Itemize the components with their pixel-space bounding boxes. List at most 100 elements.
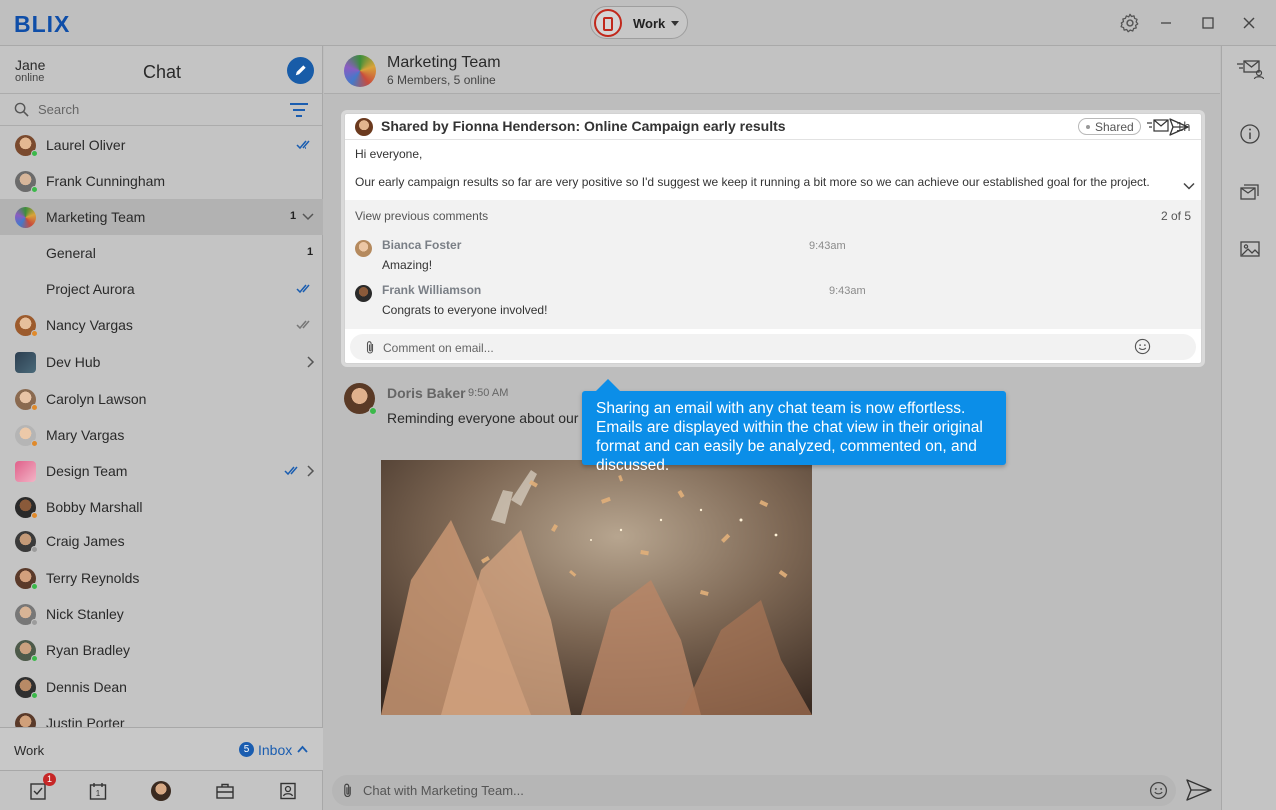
composer-placeholder: Chat with Marketing Team... (363, 783, 524, 798)
team-members: 6 Members, 5 online (387, 73, 496, 87)
email-greeting: Hi everyone, (355, 147, 423, 161)
contact-justin-porter[interactable]: Justin Porter (0, 705, 323, 727)
feature-tooltip[interactable]: Sharing an email with any chat team is n… (582, 379, 1006, 474)
chat-nav-avatar[interactable] (151, 781, 171, 801)
search-input[interactable]: Search (38, 102, 79, 117)
chevron-up-icon[interactable] (297, 745, 308, 754)
chevron-down-icon[interactable] (302, 212, 314, 222)
app-logo: BLIX (14, 11, 71, 37)
contact-dennis-dean[interactable]: Dennis Dean (0, 669, 323, 705)
avatar (15, 531, 38, 553)
user-name[interactable]: Jane (15, 57, 45, 73)
account-label: Work (633, 16, 666, 31)
tasks-icon[interactable]: 1 (28, 773, 56, 801)
shared-items-icon[interactable] (1239, 181, 1261, 203)
message-time: 9:50 AM (468, 387, 509, 399)
comment-time: 9:43am (829, 285, 866, 297)
comment-input[interactable]: Comment on email... (350, 334, 1196, 360)
info-icon[interactable] (1239, 123, 1261, 145)
contact-nancy-vargas[interactable]: Nancy Vargas (0, 307, 323, 343)
avatar (15, 425, 38, 447)
team-avatar[interactable] (344, 55, 376, 87)
message-avatar[interactable] (344, 383, 377, 415)
unread-badge: 1 (290, 210, 297, 222)
contact-bobby-marshall[interactable]: Bobby Marshall (0, 489, 323, 525)
double-check-icon (296, 140, 310, 150)
channel-general[interactable]: General 1 (0, 235, 323, 271)
contact-mary-vargas[interactable]: Mary Vargas (0, 417, 323, 453)
account-switcher[interactable]: Work (590, 6, 688, 39)
sidebar-header: Jane online Chat (0, 46, 322, 94)
contacts-icon[interactable] (278, 781, 298, 801)
shared-status-pill: Shared (1078, 118, 1141, 135)
gallery-icon[interactable] (1239, 238, 1261, 260)
team-name[interactable]: Marketing Team (387, 54, 501, 72)
message-author[interactable]: Doris Baker (387, 385, 466, 401)
calendar-icon[interactable]: 1 (88, 781, 108, 801)
comment-author: Frank Williamson (382, 283, 482, 297)
account-name: Work (14, 743, 45, 758)
celebration-photo[interactable] (381, 460, 812, 715)
contact-laurel-oliver[interactable]: Laurel Oliver (0, 127, 323, 163)
sender-avatar (355, 118, 373, 136)
avatar (15, 604, 38, 626)
view-previous-comments-link[interactable]: View previous comments (355, 209, 488, 223)
office-icon (594, 9, 622, 37)
avatar (15, 207, 36, 228)
inbox-count-badge: 5 (239, 742, 254, 757)
contact-terry-reynolds[interactable]: Terry Reynolds (0, 560, 323, 596)
avatar (15, 461, 36, 482)
chevron-down-icon[interactable] (1183, 182, 1195, 190)
emoji-icon[interactable] (1149, 781, 1168, 800)
chat-header: Marketing Team 6 Members, 5 online (324, 46, 1220, 94)
inbox-footer[interactable]: Work 5 Inbox (0, 727, 323, 771)
search-bar[interactable]: Search (0, 94, 322, 126)
contact-dev-hub[interactable]: Dev Hub (0, 344, 323, 380)
briefcase-icon[interactable] (215, 781, 235, 801)
channel-project-aurora[interactable]: Project Aurora (0, 271, 323, 307)
right-rail (1221, 46, 1276, 810)
shared-email-card[interactable]: Shared by Fionna Henderson: Online Campa… (344, 113, 1202, 364)
contact-design-team[interactable]: Design Team (0, 453, 323, 489)
commenter-avatar (355, 240, 372, 257)
contact-carolyn-lawson[interactable]: Carolyn Lawson (0, 381, 323, 417)
send-comment-icon[interactable] (1169, 118, 1189, 136)
commenter-avatar (355, 285, 372, 302)
caret-down-icon (671, 21, 679, 26)
settings-icon[interactable] (1119, 12, 1141, 34)
message-text: Reminding everyone about our te (387, 410, 595, 426)
chat-sidebar: Jane online Chat Search Laurel Oliver Fr… (0, 46, 323, 810)
send-icon[interactable] (1186, 779, 1212, 801)
contact-ryan-bradley[interactable]: Ryan Bradley (0, 632, 323, 668)
maximize-icon[interactable] (1197, 12, 1219, 34)
email-body: Our early campaign results so far are ve… (355, 175, 1150, 189)
message-composer[interactable]: Chat with Marketing Team... (332, 775, 1176, 806)
comments-section: View previous comments 2 of 5 Bianca Fos… (345, 200, 1201, 329)
shared-email-icon[interactable] (1236, 58, 1265, 80)
comment-author: Bianca Foster (382, 238, 462, 252)
avatar (15, 568, 38, 590)
contact-marketing-team[interactable]: Marketing Team 1 (0, 199, 323, 235)
svg-text:1: 1 (96, 789, 101, 798)
contact-craig-james[interactable]: Craig James (0, 523, 323, 559)
avatar (15, 497, 38, 519)
paperclip-icon[interactable] (364, 340, 376, 355)
shared-email-title[interactable]: Shared by Fionna Henderson: Online Campa… (381, 118, 786, 134)
pencil-icon (295, 65, 306, 76)
chevron-right-icon[interactable] (306, 465, 316, 477)
comment-count: 2 of 5 (1161, 209, 1192, 223)
email-icon[interactable] (1147, 119, 1171, 133)
contact-nick-stanley[interactable]: Nick Stanley (0, 596, 323, 632)
contact-frank-cunningham[interactable]: Frank Cunningham (0, 163, 323, 199)
chevron-right-icon[interactable] (306, 356, 316, 368)
shared-email-header: Shared by Fionna Henderson: Online Campa… (345, 114, 1201, 140)
paperclip-icon[interactable] (341, 782, 354, 799)
new-chat-button[interactable] (287, 57, 314, 84)
inbox-link[interactable]: Inbox (258, 742, 292, 758)
close-icon[interactable] (1238, 12, 1260, 34)
minimize-icon[interactable] (1155, 12, 1177, 34)
title-bar: BLIX Work (0, 0, 1276, 46)
emoji-icon[interactable] (1134, 338, 1151, 355)
comment-placeholder: Comment on email... (383, 341, 494, 355)
filter-icon[interactable] (290, 102, 308, 118)
